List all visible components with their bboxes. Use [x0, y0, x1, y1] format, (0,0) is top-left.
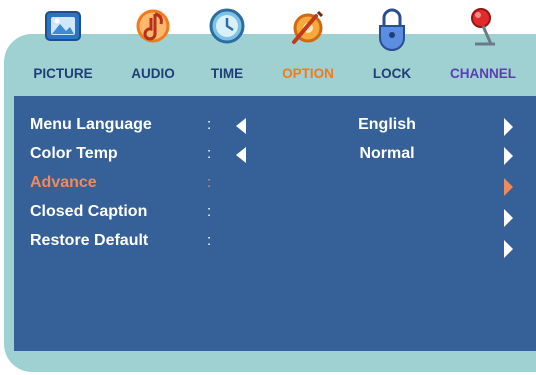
tab-label: PICTURE	[33, 66, 93, 81]
menu-item-colon: :	[207, 145, 212, 162]
option-menu-panel: Menu Language : English Color Temp : Nor…	[14, 96, 536, 351]
tab-lock[interactable]: LOCK	[347, 0, 437, 90]
right-arrow-icon[interactable]	[504, 147, 513, 165]
tab-label: CHANNEL	[450, 66, 516, 81]
menu-item-label: Menu Language	[30, 116, 152, 133]
tab-label: OPTION	[282, 66, 334, 81]
picture-icon	[45, 11, 81, 41]
channel-icon	[471, 8, 495, 46]
menu-item-value: English	[358, 116, 416, 133]
menu-item-colon: :	[207, 203, 212, 220]
right-arrow-icon[interactable]	[504, 240, 513, 258]
tab-label: LOCK	[372, 66, 412, 81]
menu-item-colon: :	[207, 174, 212, 191]
right-arrow-icon[interactable]	[504, 209, 513, 227]
menu-item-color-temp[interactable]: Color Temp : Normal	[14, 139, 536, 169]
left-arrow-icon[interactable]	[236, 147, 246, 163]
tab-time[interactable]: TIME	[182, 0, 272, 90]
menu-item-label: Advance	[30, 174, 97, 191]
tab-channel[interactable]: CHANNEL	[438, 0, 528, 90]
menu-item-menu-language[interactable]: Menu Language : English	[14, 110, 536, 140]
menu-item-restore-default[interactable]: Restore Default :	[14, 226, 536, 258]
option-icon	[292, 10, 324, 44]
tab-option[interactable]: OPTION	[263, 0, 353, 90]
right-arrow-icon[interactable]	[504, 118, 513, 136]
menu-item-value: Normal	[359, 145, 415, 162]
lock-icon	[379, 8, 405, 51]
tab-label: TIME	[210, 66, 244, 81]
menu-item-colon: :	[207, 116, 212, 133]
menu-item-label: Closed Caption	[30, 203, 148, 220]
tab-picture[interactable]: PICTURE	[18, 0, 108, 90]
clock-icon	[209, 8, 245, 44]
audio-icon	[136, 9, 170, 43]
menu-item-label: Restore Default	[30, 232, 149, 249]
tab-bar: PICTURE AUDIO TIME OPTION LOCK CHANNEL	[0, 0, 536, 90]
menu-item-colon: :	[207, 232, 212, 249]
left-arrow-icon[interactable]	[236, 118, 246, 134]
menu-item-closed-caption[interactable]: Closed Caption :	[14, 197, 536, 227]
right-arrow-icon[interactable]	[504, 178, 513, 196]
menu-item-label: Color Temp	[30, 145, 118, 162]
menu-item-advance[interactable]: Advance :	[14, 168, 536, 198]
